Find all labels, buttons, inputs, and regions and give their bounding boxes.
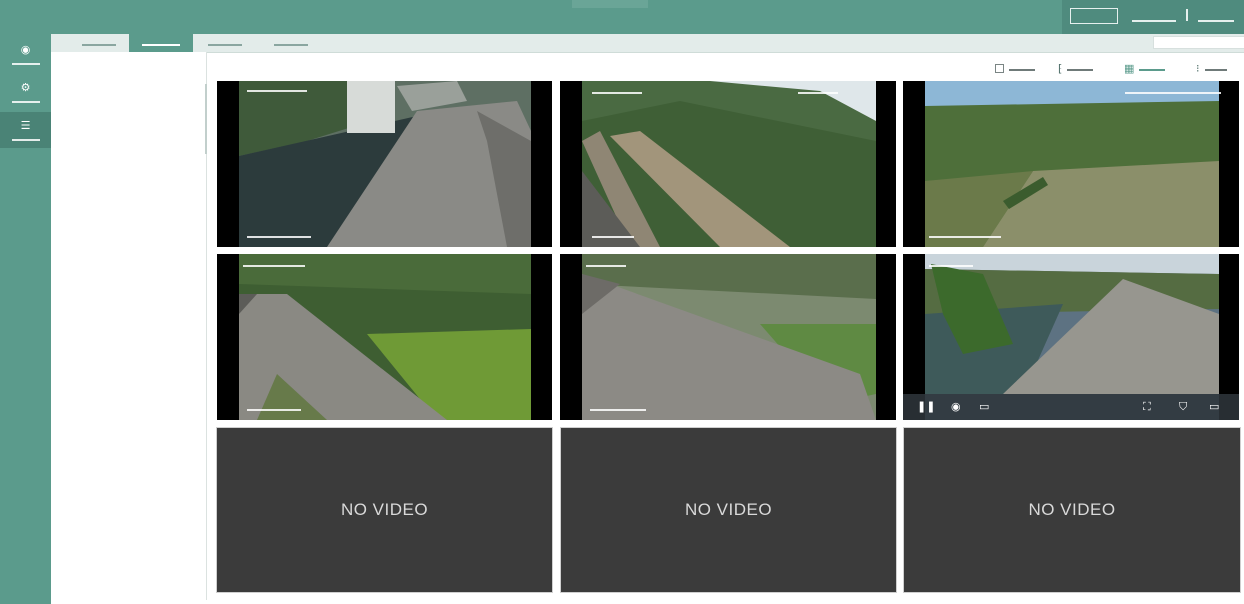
fullscreen-icon[interactable]: ⛶ (1143, 400, 1151, 414)
camera-label-overlay (592, 231, 634, 238)
playback-control-bar: ❚❚ ◉ ▭ ⛶ ⛉ ▭ (903, 394, 1239, 420)
top-bar-stub (572, 0, 648, 8)
camera-tile-9[interactable]: NO VIDEO (903, 427, 1241, 593)
device-select[interactable]: ⌄ (1153, 36, 1244, 49)
camera-time-overlay (798, 87, 838, 94)
camera-title-overlay (586, 260, 626, 267)
tab-label (208, 40, 242, 46)
toolbar-checkbox[interactable] (995, 62, 1035, 74)
sidebar-item-label (11, 135, 40, 141)
camera-tile-8[interactable]: NO VIDEO (560, 427, 897, 593)
camera-tile-2[interactable] (560, 81, 896, 247)
camera-title-overlay (247, 85, 307, 92)
camera-tile-5[interactable] (560, 254, 896, 420)
camera-feed-image (582, 81, 876, 247)
tab-4[interactable] (265, 34, 317, 52)
shield-icon[interactable]: ⛉ (1179, 400, 1187, 414)
grid-icon: ▦ (1124, 61, 1135, 75)
tab-bar: ⌄ (51, 34, 1244, 53)
tab-1[interactable] (69, 34, 129, 52)
camera-time-overlay (247, 231, 311, 238)
bracket-icon: ⁅ (1058, 61, 1063, 75)
camera-title-overlay (929, 260, 973, 267)
camera-time-overlay (1125, 87, 1221, 94)
camera-feed-image (239, 254, 531, 420)
sidebar-item-1[interactable]: ◉ (0, 36, 51, 72)
sidebar-item-3[interactable]: ☰ (0, 112, 51, 148)
globe-icon: ◉ (20, 42, 31, 56)
toolbar-layout-button[interactable]: ▦ (1124, 61, 1166, 75)
settings-icon: ⚙ (20, 80, 31, 94)
tab-label (82, 40, 116, 46)
top-action-button[interactable] (1070, 8, 1118, 24)
user-name[interactable] (1132, 11, 1176, 22)
sidebar-item-label (11, 59, 40, 65)
toolbar-label (1204, 65, 1227, 71)
camera-tile-1[interactable] (217, 81, 552, 247)
toolbar-label (1139, 65, 1166, 71)
tab-2[interactable] (129, 34, 193, 52)
expand-icon: ⁝ (1196, 61, 1200, 75)
sidebar: ◉ ⚙ ☰ (0, 34, 51, 604)
camera-title-overlay (929, 231, 1001, 238)
camera-title-overlay (592, 87, 642, 94)
camera-tile-3[interactable] (903, 81, 1239, 247)
camera-feed-image (239, 81, 531, 247)
tab-3[interactable] (199, 34, 251, 52)
panel-splitter[interactable] (205, 84, 207, 154)
checkbox-icon (995, 63, 1004, 73)
tab-label (274, 40, 308, 46)
camera-feed-image (582, 254, 876, 420)
camera-feed-image (925, 81, 1219, 247)
toolbar-button-4[interactable]: ⁝ (1196, 62, 1227, 74)
toolbar-button-2[interactable]: ⁅ (1058, 61, 1094, 75)
record-icon[interactable]: ▭ (979, 400, 989, 414)
camera-title-overlay (243, 260, 305, 267)
camera-tile-7[interactable]: NO VIDEO (216, 427, 553, 593)
toolbar-label (1067, 65, 1094, 71)
camera-tile-6[interactable]: ❚❚ ◉ ▭ ⛶ ⛉ ▭ (903, 254, 1239, 420)
sidebar-item-2[interactable]: ⚙ (0, 74, 51, 110)
tab-label (142, 40, 180, 46)
top-divider (1186, 9, 1188, 21)
logout-link[interactable] (1198, 11, 1234, 22)
camera-tile-4[interactable] (217, 254, 552, 420)
camera-time-overlay (590, 404, 646, 411)
sidebar-item-label (11, 97, 40, 103)
toolbar-label (1009, 65, 1035, 71)
close-stream-icon[interactable]: ▭ (1209, 400, 1219, 414)
no-video-label: NO VIDEO (1028, 500, 1116, 519)
no-video-label: NO VIDEO (684, 500, 773, 519)
device-tree-panel (51, 52, 207, 600)
camera-time-overlay (247, 404, 301, 411)
pause-icon[interactable]: ❚❚ (917, 400, 935, 414)
snapshot-icon[interactable]: ◉ (951, 400, 961, 414)
no-video-label: NO VIDEO (340, 500, 429, 519)
list-icon: ☰ (20, 118, 31, 132)
